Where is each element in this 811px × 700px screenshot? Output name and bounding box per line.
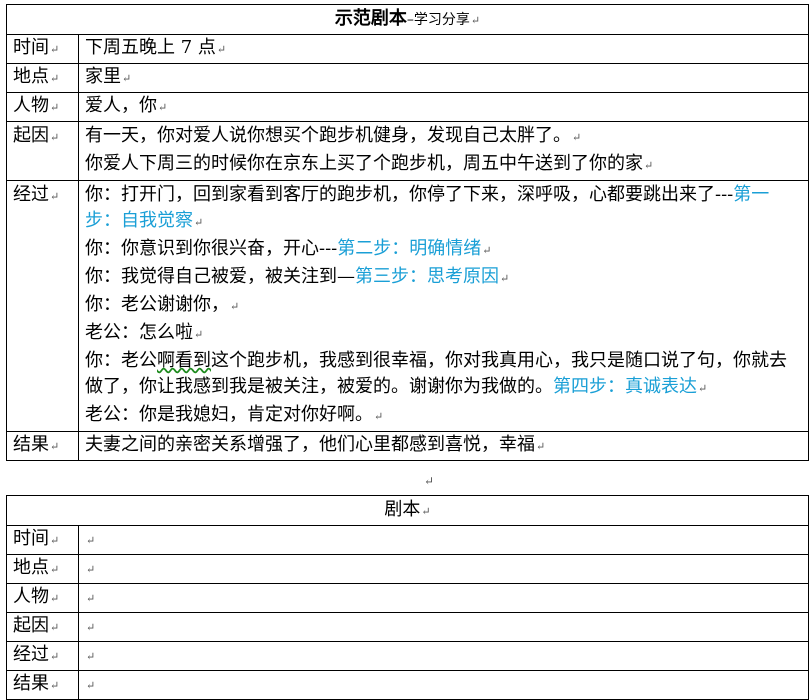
demo-row-process: 经过↵ 你：打开门，回到家看到客厅的跑步机，你停了下来，深呼吸，心都要跳出来了-… xyxy=(6,180,809,432)
demo-row-place: 地点↵ 家里↵ xyxy=(6,63,809,93)
demo-row-cause: 起因↵ 有一天，你对爱人说你想买个跑步机健身，发现自己太胖了。↵ 你爱人下周三的… xyxy=(6,121,809,181)
blank-row: 地点↵ ↵ xyxy=(6,554,809,584)
step-highlight: 第四步：真诚表达 xyxy=(553,376,697,397)
demo-row-people: 人物↵ 爱人，你↵ xyxy=(6,92,809,122)
demo-title-cell: 示范剧本–学习分享↵ xyxy=(6,4,809,35)
blank-row-value[interactable]: ↵ xyxy=(78,641,809,671)
step-highlight: 第二步：明确情绪 xyxy=(337,238,482,259)
row-value-time: 下周五晚上 7 点↵ xyxy=(78,34,809,64)
row-label-result: 结果↵ xyxy=(6,431,79,461)
process-line: 你：我觉得自己被爱，被关注到—第三步：思考原因↵ xyxy=(85,266,510,287)
blank-row-value[interactable]: ↵ xyxy=(78,525,809,555)
cause-line: 你爱人下周三的时候你在京东上买了个跑步机，周五中午送到了你的家↵ xyxy=(85,153,654,174)
blank-script-table: 剧本↵ 时间↵ ↵ 地点↵ ↵ 人物↵ ↵ 起因↵ ↵ 经过↵ ↵ 结果↵ ↵ xyxy=(6,495,809,700)
process-line: 你：你意识到你很兴奋，开心---第二步：明确情绪↵ xyxy=(85,238,492,259)
demo-subtitle: –学习分享 xyxy=(406,12,470,28)
blank-row-label: 地点↵ xyxy=(6,554,79,584)
process-line: 老公：你是我媳妇，肯定对你好啊。↵ xyxy=(85,404,384,425)
row-label-place: 地点↵ xyxy=(6,63,79,93)
demo-row-time: 时间↵ 下周五晚上 7 点↵ xyxy=(6,34,809,64)
process-line: 你：老公啊看到这个跑步机，我感到很幸福，你对我真用心，我只是随口说了句，你就去做… xyxy=(85,350,787,397)
blank-row: 时间↵ ↵ xyxy=(6,525,809,555)
blank-table-header: 剧本↵ xyxy=(6,495,809,526)
process-line: 你：老公谢谢你，↵ xyxy=(85,294,240,315)
step-highlight: 第三步：思考原因 xyxy=(355,266,499,287)
demo-row-result: 结果↵ 夫妻之间的亲密关系增强了，他们心里都感到喜悦，幸福↵ xyxy=(6,431,809,461)
blank-row: 起因↵ ↵ xyxy=(6,612,809,642)
process-line: 老公：怎么啦↵ xyxy=(85,322,204,343)
demo-script-table: 示范剧本–学习分享↵ 时间↵ 下周五晚上 7 点↵ 地点↵ 家里↵ 人物↵ 爱人… xyxy=(6,4,809,461)
row-label-time: 时间↵ xyxy=(6,34,79,64)
row-value-result: 夫妻之间的亲密关系增强了，他们心里都感到喜悦，幸福↵ xyxy=(78,431,809,461)
blank-row-value[interactable]: ↵ xyxy=(78,554,809,584)
blank-row: 经过↵ ↵ xyxy=(6,641,809,671)
blank-row: 人物↵ ↵ xyxy=(6,583,809,613)
row-value-people: 爱人，你↵ xyxy=(78,92,809,122)
paragraph-mark: ↵ xyxy=(470,14,481,27)
blank-row: 结果↵ ↵ xyxy=(6,670,809,700)
process-line: 你：打开门，回到家看到客厅的跑步机，你停了下来，深呼吸，心都要跳出来了---第一… xyxy=(85,184,770,231)
row-value-process: 你：打开门，回到家看到客厅的跑步机，你停了下来，深呼吸，心都要跳出来了---第一… xyxy=(78,180,809,432)
blank-title-cell: 剧本↵ xyxy=(6,495,809,526)
blank-row-label: 时间↵ xyxy=(6,525,79,555)
blank-row-label: 起因↵ xyxy=(6,612,79,642)
blank-row-value[interactable]: ↵ xyxy=(78,583,809,613)
spellcheck-underline: 啊看到 xyxy=(157,350,211,371)
demo-table-header: 示范剧本–学习分享↵ xyxy=(6,4,809,35)
paragraph-mark: ↵ xyxy=(424,474,435,488)
row-label-people: 人物↵ xyxy=(6,92,79,122)
row-value-place: 家里↵ xyxy=(78,63,809,93)
blank-row-value[interactable]: ↵ xyxy=(78,612,809,642)
blank-row-label: 经过↵ xyxy=(6,641,79,671)
row-label-cause: 起因↵ xyxy=(6,121,79,181)
blank-title: 剧本 xyxy=(384,499,421,520)
blank-row-label: 结果↵ xyxy=(6,670,79,700)
row-value-cause: 有一天，你对爱人说你想买个跑步机健身，发现自己太胖了。↵ 你爱人下周三的时候你在… xyxy=(78,121,809,181)
row-label-process: 经过↵ xyxy=(6,180,79,432)
blank-row-value[interactable]: ↵ xyxy=(78,670,809,700)
blank-row-label: 人物↵ xyxy=(6,583,79,613)
cause-line: 有一天，你对爱人说你想买个跑步机健身，发现自己太胖了。↵ xyxy=(85,125,582,146)
demo-title: 示范剧本 xyxy=(334,8,407,29)
